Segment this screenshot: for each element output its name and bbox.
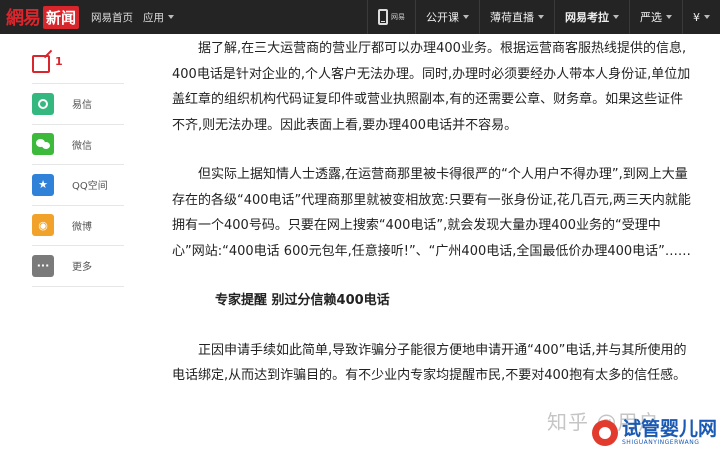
nav-kaola-label: 网易考拉 [565, 11, 609, 24]
phone-icon [378, 9, 388, 25]
brand-logo-icon [592, 420, 618, 446]
share-weibo-label: 微博 [72, 221, 92, 233]
comment-button[interactable]: 1 [32, 44, 124, 84]
netease-news-logo[interactable]: 網易 新闻 [0, 0, 80, 34]
comment-count: 1 [55, 55, 63, 68]
nav-netease-home[interactable]: 网易首页 [91, 10, 133, 25]
share-wechat-button[interactable]: 微信 [32, 125, 124, 165]
chevron-down-icon [463, 15, 469, 19]
chevron-down-icon [666, 15, 672, 19]
more-icon: ··· [32, 254, 54, 277]
right-navigation: 网易 公开课 薄荷直播 网易考拉 严选 ¥ [367, 0, 720, 34]
share-weibo-button[interactable]: ◉ 微博 [32, 206, 124, 246]
article-paragraph-1: 据了解,在三大运营商的营业厅都可以办理400业务。根据运营商客服热线提供的信息,… [172, 41, 691, 133]
logo-text-xinwen: 新闻 [43, 5, 80, 29]
share-yixin-button[interactable]: 易信 [32, 84, 124, 125]
chevron-down-icon [538, 15, 544, 19]
qzone-icon: ★ [32, 173, 54, 196]
share-yixin-label: 易信 [72, 100, 92, 112]
nav-kaola[interactable]: 网易考拉 [554, 0, 629, 34]
brand-watermark-subtitle: SHIGUANYINGERWANG [622, 439, 700, 446]
article-paragraph-2: 但实际上据知情人士透露,在运营商那里被卡得很严的“个人用户不得办理”,到网上大量… [172, 167, 691, 259]
edit-comment-icon [32, 54, 50, 73]
weibo-icon: ◉ [32, 214, 54, 237]
share-wechat-label: 微信 [72, 140, 92, 152]
nav-mint-live[interactable]: 薄荷直播 [479, 0, 554, 34]
nav-apps-dropdown[interactable]: 应用 [143, 10, 175, 25]
nav-apps-label: 应用 [143, 11, 165, 24]
top-navigation-bar: 網易 新闻 网易首页 应用 网易 公开课 薄荷直播 网易考拉 严选 ¥ [0, 0, 720, 34]
wechat-icon [32, 133, 54, 156]
article-subheading: 专家提醒 别过分信赖400电话 [215, 293, 390, 308]
nav-yanxuan[interactable]: 严选 [629, 0, 682, 34]
nav-mobile-app[interactable]: 网易 [367, 0, 415, 34]
nav-open-course-label: 公开课 [426, 11, 459, 24]
share-more-button[interactable]: ··· 更多 [32, 246, 124, 287]
article-paragraph-3: 正因申请手续如此简单,导致诈骗分子能很方便地申请开通“400”电话,并与其所使用… [172, 342, 687, 384]
logo-text-wangyi: 網易 [6, 8, 41, 29]
brand-watermark: 试管婴儿网 SHIGUANYINGERWANG [592, 416, 720, 450]
yixin-icon [32, 92, 54, 115]
share-qzone-button[interactable]: ★ QQ空间 [32, 165, 124, 206]
nav-mint-live-label: 薄荷直播 [490, 11, 534, 24]
share-qzone-label: QQ空间 [72, 181, 108, 193]
nav-yanxuan-label: 严选 [640, 11, 662, 24]
nav-open-course[interactable]: 公开课 [415, 0, 479, 34]
article-body: 据了解,在三大运营商的营业厅都可以办理400业务。根据运营商客服热线提供的信息,… [172, 36, 692, 389]
brand-watermark-title: 试管婴儿网 [622, 418, 718, 440]
nav-payment-label: ¥ [693, 10, 700, 24]
share-more-label: 更多 [72, 262, 92, 274]
chevron-down-icon [704, 15, 710, 19]
nav-payment[interactable]: ¥ [682, 0, 720, 34]
chevron-down-icon [613, 15, 619, 19]
chevron-down-icon [168, 15, 175, 19]
nav-mobile-label: 网易 [391, 13, 405, 21]
share-sidebar: 1 易信 微信 ★ QQ空间 ◉ 微博 ··· 更多 [32, 44, 124, 287]
